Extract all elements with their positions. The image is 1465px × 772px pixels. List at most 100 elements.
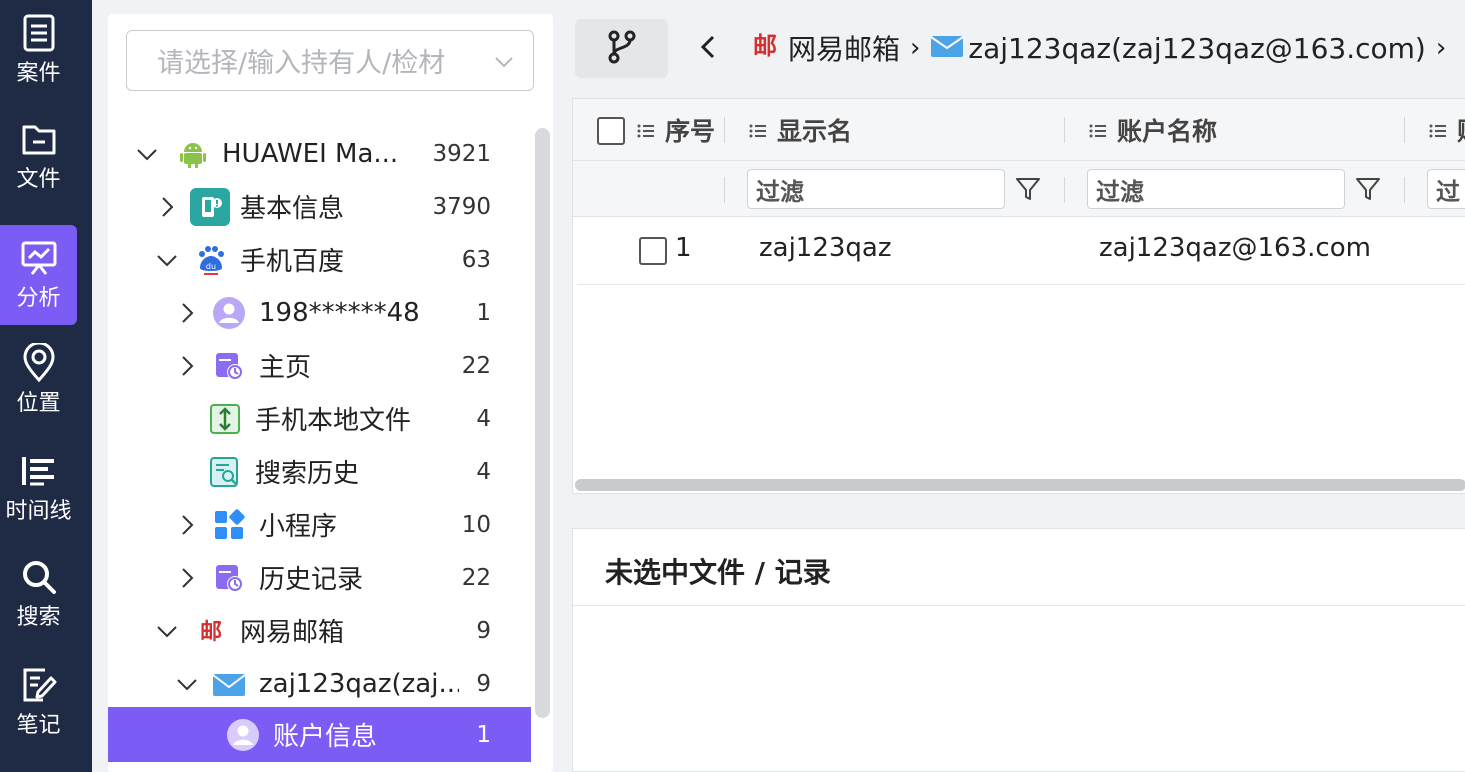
folder-icon — [19, 119, 59, 159]
tree-item-count: 4 — [476, 405, 491, 432]
nav-label: 分析 — [16, 286, 61, 311]
tree-item[interactable]: 小程序 10 — [108, 498, 531, 551]
tree-item-label: HUAWEI Ma... — [222, 138, 399, 169]
tree-item-count: 22 — [461, 564, 491, 591]
chevron-down-icon — [493, 49, 515, 80]
tree-item-count: 1 — [476, 299, 491, 326]
tree-item-count: 3790 — [432, 193, 491, 220]
breadcrumb-item[interactable]: 网易邮箱 — [788, 28, 900, 68]
chevron-right-icon[interactable] — [176, 514, 198, 536]
tree-item-label: 小程序 — [259, 512, 338, 542]
branch-button[interactable] — [575, 19, 668, 78]
table-row[interactable]: 1 zaj123qaz zaj123qaz@163.com — [577, 217, 1465, 285]
location-pin-icon — [19, 343, 59, 383]
chevron-down-icon[interactable] — [156, 620, 178, 642]
column-divider — [1064, 177, 1065, 203]
nav-item-search[interactable]: 搜索 — [0, 544, 77, 644]
tree-item-label: 198******48 — [259, 297, 420, 328]
tree-item[interactable]: zaj123qaz(zaj... 9 — [108, 657, 531, 710]
filter-placeholder: 过滤 — [1096, 177, 1144, 206]
tree-item-count: 22 — [461, 352, 491, 379]
nav-label: 时间线 — [5, 499, 72, 524]
tree-item-count: 1 — [476, 721, 491, 748]
case-icon — [19, 13, 59, 53]
column-divider[interactable] — [1064, 117, 1065, 143]
chevron-right-icon[interactable] — [156, 196, 178, 218]
tree-item-count: 63 — [461, 246, 491, 273]
filter-icon[interactable] — [1013, 173, 1043, 205]
nav-item-case[interactable]: 案件 — [0, 0, 77, 100]
column-menu-icon — [1089, 116, 1107, 145]
nav-item-location[interactable]: 位置 — [0, 330, 77, 430]
tree-item[interactable]: HUAWEI Ma... 3921 — [108, 127, 531, 180]
grid-horizontal-scrollbar[interactable] — [575, 479, 1465, 491]
tree-item[interactable]: 手机本地文件 4 — [108, 392, 531, 445]
mail-envelope-icon — [212, 667, 246, 701]
netease-mail-icon: 邮 — [748, 30, 782, 67]
nav-item-timeline[interactable]: 时间线 — [0, 438, 77, 538]
detail-pane: 未选中文件 / 记录 — [572, 528, 1465, 772]
column-menu-icon — [637, 116, 655, 145]
tree-scrollbar[interactable] — [535, 128, 550, 718]
breadcrumb-separator-icon: › — [1435, 33, 1447, 63]
nav-label: 笔记 — [16, 713, 61, 738]
cell-display-name: zaj123qaz — [759, 233, 892, 263]
chevron-down-icon[interactable] — [176, 673, 198, 695]
left-nav: 案件 文件 分析 位置 时间线 搜索 笔记 — [0, 0, 92, 772]
nav-item-notes[interactable]: 笔记 — [0, 652, 77, 752]
grid-filter-row: 过滤 过滤 过 — [573, 161, 1465, 217]
row-checkbox[interactable] — [639, 237, 667, 265]
calendar-clock-icon — [212, 561, 246, 595]
tree-item-count: 3921 — [432, 140, 491, 167]
breadcrumb-separator-icon: › — [910, 33, 921, 63]
chevron-right-icon[interactable] — [176, 302, 198, 324]
nav-label: 文件 — [16, 167, 61, 192]
breadcrumb-item[interactable]: zaj123qaz(zaj123qaz@163.com) — [968, 32, 1425, 65]
divider — [573, 605, 1465, 606]
tree-item-count: 9 — [476, 617, 491, 644]
owner-select[interactable]: 请选择/输入持有人/检材 — [126, 30, 534, 91]
tree-item-label: 手机百度 — [240, 247, 345, 277]
owner-select-placeholder: 请选择/输入持有人/检材 — [157, 48, 446, 79]
nav-label: 案件 — [16, 61, 61, 86]
mini-program-icon — [212, 508, 246, 542]
nav-label: 位置 — [16, 391, 61, 416]
nav-item-analysis[interactable]: 分析 — [0, 225, 77, 325]
android-icon — [176, 137, 210, 171]
column-header-account-name[interactable]: 账户名称 — [1089, 99, 1217, 161]
filter-input-display-name[interactable]: 过滤 — [747, 169, 1005, 209]
column-divider[interactable] — [724, 117, 725, 143]
user-avatar-icon — [212, 296, 246, 330]
tree-panel: 请选择/输入持有人/检材 HUAWEI Ma... 3921 基本信息 3790… — [108, 14, 553, 772]
select-all-checkbox[interactable] — [597, 117, 625, 145]
column-divider[interactable] — [1404, 117, 1405, 143]
tree-item[interactable]: 198******48 1 — [108, 286, 531, 339]
tree-item[interactable]: 主页 22 — [108, 339, 531, 392]
chevron-down-icon[interactable] — [136, 143, 158, 165]
search-icon — [19, 557, 59, 597]
column-header-partial[interactable]: 账 — [1429, 99, 1465, 161]
column-header-display-name[interactable]: 显示名 — [749, 99, 852, 161]
filter-input-partial[interactable]: 过 — [1427, 169, 1465, 209]
chevron-right-icon[interactable] — [176, 355, 198, 377]
chevron-down-icon[interactable] — [156, 249, 178, 271]
tree-item[interactable]: 历史记录 22 — [108, 551, 531, 604]
detail-title: 未选中文件 / 记录 — [605, 556, 831, 589]
tree-item[interactable]: 邮 网易邮箱 9 — [108, 604, 531, 657]
tree-item[interactable]: du 手机百度 63 — [108, 233, 531, 286]
back-button[interactable] — [696, 32, 720, 62]
tree-item[interactable]: 搜索历史 4 — [108, 445, 531, 498]
nav-label: 搜索 — [16, 605, 61, 630]
column-header-index[interactable]: 序号 — [637, 99, 715, 161]
tree-item-selected[interactable]: 账户信息 1 — [108, 707, 531, 762]
svg-text:邮: 邮 — [200, 620, 222, 645]
breadcrumb: 邮 网易邮箱 › zaj123qaz(zaj123qaz@163.com) › — [748, 26, 1456, 70]
svg-text:邮: 邮 — [753, 32, 777, 60]
tree-item[interactable]: 基本信息 3790 — [108, 180, 531, 233]
nav-item-files[interactable]: 文件 — [0, 106, 77, 206]
tree-item-count: 10 — [461, 511, 491, 538]
filter-input-account-name[interactable]: 过滤 — [1087, 169, 1345, 209]
filter-icon[interactable] — [1353, 173, 1383, 205]
tree-item-label: zaj123qaz(zaj... — [259, 668, 459, 699]
chevron-right-icon[interactable] — [176, 567, 198, 589]
